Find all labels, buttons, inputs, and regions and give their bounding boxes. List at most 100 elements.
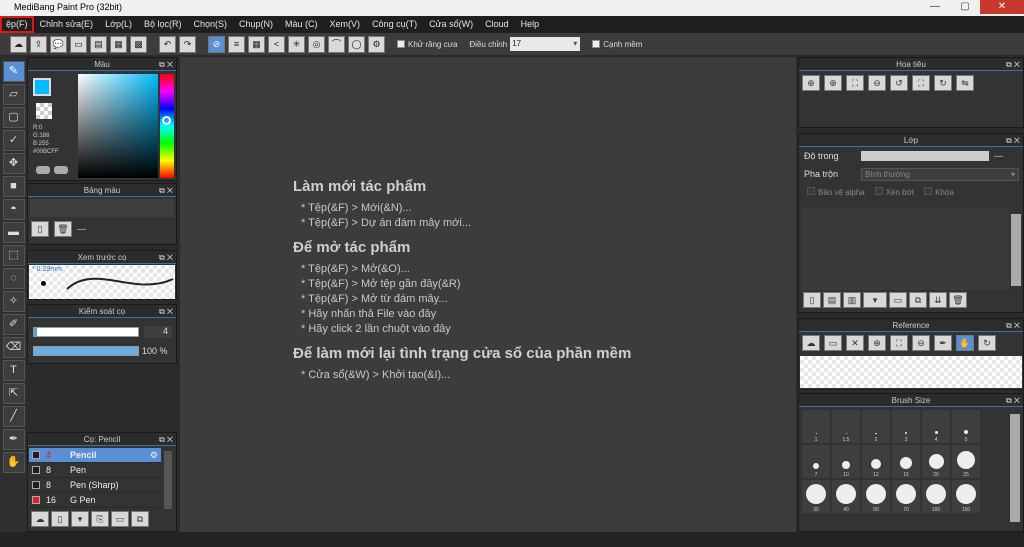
- vanishing-point-icon[interactable]: <: [268, 35, 285, 53]
- comment-icon[interactable]: ▭: [70, 35, 87, 53]
- panel-float-close-icon[interactable]: ⧉ ✕: [159, 305, 173, 318]
- brush-size-cell[interactable]: 10: [832, 445, 860, 478]
- reference-fit-icon[interactable]: ⛶: [890, 335, 908, 351]
- protect-alpha-toggle[interactable]: Bảo vệ alpha: [807, 187, 865, 197]
- speech-bubble-icon[interactable]: 💬: [50, 35, 67, 53]
- lock-toggle[interactable]: Khóa: [924, 187, 954, 197]
- concentric-snap-icon[interactable]: ◎: [308, 35, 325, 53]
- color-mode-icon[interactable]: [36, 166, 50, 174]
- panel-float-close-icon[interactable]: ⧉ ✕: [1006, 134, 1020, 147]
- snap-off-icon[interactable]: ⊘: [208, 35, 225, 53]
- brush-settings-icon[interactable]: ⚙: [150, 450, 158, 461]
- duplicate-layer-icon[interactable]: ⧉: [909, 292, 927, 308]
- rotate-left-icon[interactable]: ↺: [890, 75, 908, 91]
- eyedropper-tool-icon[interactable]: ✒: [2, 429, 25, 450]
- flip-icon[interactable]: ⇋: [956, 75, 974, 91]
- brush-folder-icon[interactable]: ▭: [111, 511, 129, 527]
- menu-select[interactable]: Chọn(S): [188, 16, 234, 33]
- hand-tool-icon[interactable]: ✋: [2, 452, 25, 473]
- radial-snap-icon[interactable]: ✳: [288, 35, 305, 53]
- brush-size-cell[interactable]: 40: [832, 480, 860, 513]
- antialias-toggle[interactable]: Khử răng cưa: [397, 40, 457, 49]
- panel-float-close-icon[interactable]: ⧉ ✕: [159, 433, 173, 446]
- brush-size-cell[interactable]: 5: [952, 410, 980, 443]
- add-brush-menu-icon[interactable]: ▾: [71, 511, 89, 527]
- menu-layer[interactable]: Lớp(L): [99, 16, 138, 33]
- eraser-tool-icon[interactable]: ▱: [2, 84, 25, 105]
- bucket-tool-icon[interactable]: ◓: [2, 199, 25, 220]
- rotate-right-icon[interactable]: ↻: [934, 75, 952, 91]
- lock-checkbox[interactable]: [924, 187, 933, 195]
- menu-help[interactable]: Help: [515, 16, 546, 33]
- brush-size-cell[interactable]: 1.5: [832, 410, 860, 443]
- new-halftone-layer-icon[interactable]: ▤: [823, 292, 841, 308]
- snap-settings-icon[interactable]: ⚙: [368, 35, 385, 53]
- panel-icon[interactable]: ▦: [110, 35, 127, 53]
- brush-item-pen[interactable]: 8 Pen: [29, 463, 161, 478]
- hue-handle[interactable]: [162, 116, 171, 125]
- brush-size-cell[interactable]: 2: [862, 410, 890, 443]
- select-eraser-tool-icon[interactable]: ⌫: [2, 337, 25, 358]
- brush-size-cell[interactable]: 4: [922, 410, 950, 443]
- brush-size-value[interactable]: 4: [144, 326, 172, 338]
- brush-size-cell[interactable]: 50: [862, 480, 890, 513]
- cloud-upload-icon[interactable]: ⇪: [30, 35, 47, 53]
- redo-icon[interactable]: ↷: [179, 35, 196, 53]
- grid-icon[interactable]: ▩: [130, 35, 147, 53]
- maximize-button[interactable]: ▢: [950, 0, 980, 14]
- brush-tool-icon[interactable]: ✎: [2, 61, 25, 82]
- brush-size-cell[interactable]: 3: [892, 410, 920, 443]
- brush-item-pen-sharp[interactable]: 8 Pen (Sharp): [29, 478, 161, 493]
- zoom-out-icon[interactable]: ⊖: [868, 75, 886, 91]
- magic-wand-tool-icon[interactable]: ✧: [2, 291, 25, 312]
- reference-rotate-icon[interactable]: ↻: [978, 335, 996, 351]
- panel-float-close-icon[interactable]: ⧉ ✕: [159, 58, 173, 71]
- add-layer-menu-icon[interactable]: ▾: [863, 292, 887, 308]
- shape-fill-tool-icon[interactable]: ■: [2, 176, 25, 197]
- cloud-save-icon[interactable]: ☁: [10, 35, 27, 53]
- color-settings-icon[interactable]: [54, 166, 68, 174]
- stroke-tool-icon[interactable]: ✓: [2, 130, 25, 151]
- brush-size-cell[interactable]: 30: [802, 480, 830, 513]
- copy-brush-icon[interactable]: ⎘: [91, 511, 109, 527]
- circle-snap-icon[interactable]: ◯: [348, 35, 365, 53]
- reference-view[interactable]: [800, 356, 1022, 388]
- fit-screen-icon[interactable]: ⛶: [912, 75, 930, 91]
- brush-size-cell[interactable]: 7: [802, 445, 830, 478]
- add-palette-icon[interactable]: ▯: [31, 221, 49, 237]
- new-layer-icon[interactable]: ▯: [803, 292, 821, 308]
- brush-size-scrollbar[interactable]: [1010, 414, 1020, 522]
- brush-size-cell[interactable]: 70: [892, 480, 920, 513]
- text-tool-icon[interactable]: T: [2, 360, 25, 381]
- brush-size-cell[interactable]: 1: [802, 410, 830, 443]
- background-color-swatch[interactable]: [36, 103, 52, 119]
- layer-list[interactable]: [801, 208, 1009, 290]
- brush-size-cell[interactable]: 20: [922, 445, 950, 478]
- reference-eyedropper-icon[interactable]: ✒: [934, 335, 952, 351]
- brush-size-slider[interactable]: [33, 327, 139, 337]
- panel-float-close-icon[interactable]: ⧉ ✕: [1006, 319, 1020, 332]
- brush-size-cell[interactable]: 12: [862, 445, 890, 478]
- reference-hand-icon[interactable]: ✋: [956, 335, 974, 351]
- move-tool-icon[interactable]: ✥: [2, 153, 25, 174]
- document-icon[interactable]: ▤: [90, 35, 107, 53]
- reference-zoom-in-icon[interactable]: ⊕: [868, 335, 886, 351]
- layer-list-scrollbar[interactable]: [1011, 214, 1021, 286]
- select-pen-tool-icon[interactable]: ✐: [2, 314, 25, 335]
- new-1bit-layer-icon[interactable]: ▥: [843, 292, 861, 308]
- dot-tool-icon[interactable]: ▢: [2, 107, 25, 128]
- zoom-in-icon[interactable]: ⊕: [802, 75, 820, 91]
- panel-float-close-icon[interactable]: ⧉ ✕: [1006, 58, 1020, 71]
- select-rect-tool-icon[interactable]: ⬚: [2, 245, 25, 266]
- cloud-reference-icon[interactable]: ☁: [802, 335, 820, 351]
- new-brush-icon[interactable]: ▯: [51, 511, 69, 527]
- brush-size-cell[interactable]: 100: [922, 480, 950, 513]
- menu-window[interactable]: Cửa sổ(W): [423, 16, 479, 33]
- brush-list-scrollbar[interactable]: [164, 451, 172, 509]
- adjust-select[interactable]: 17: [510, 37, 581, 51]
- zoom-in-alt-icon[interactable]: ⊕: [824, 75, 842, 91]
- brush-item-pencil[interactable]: 4 Pencil ⚙: [29, 448, 161, 463]
- curve-snap-icon[interactable]: ⌒: [328, 35, 345, 53]
- duplicate-brush-icon[interactable]: ⧉: [131, 511, 149, 527]
- close-button[interactable]: ✕: [980, 0, 1024, 14]
